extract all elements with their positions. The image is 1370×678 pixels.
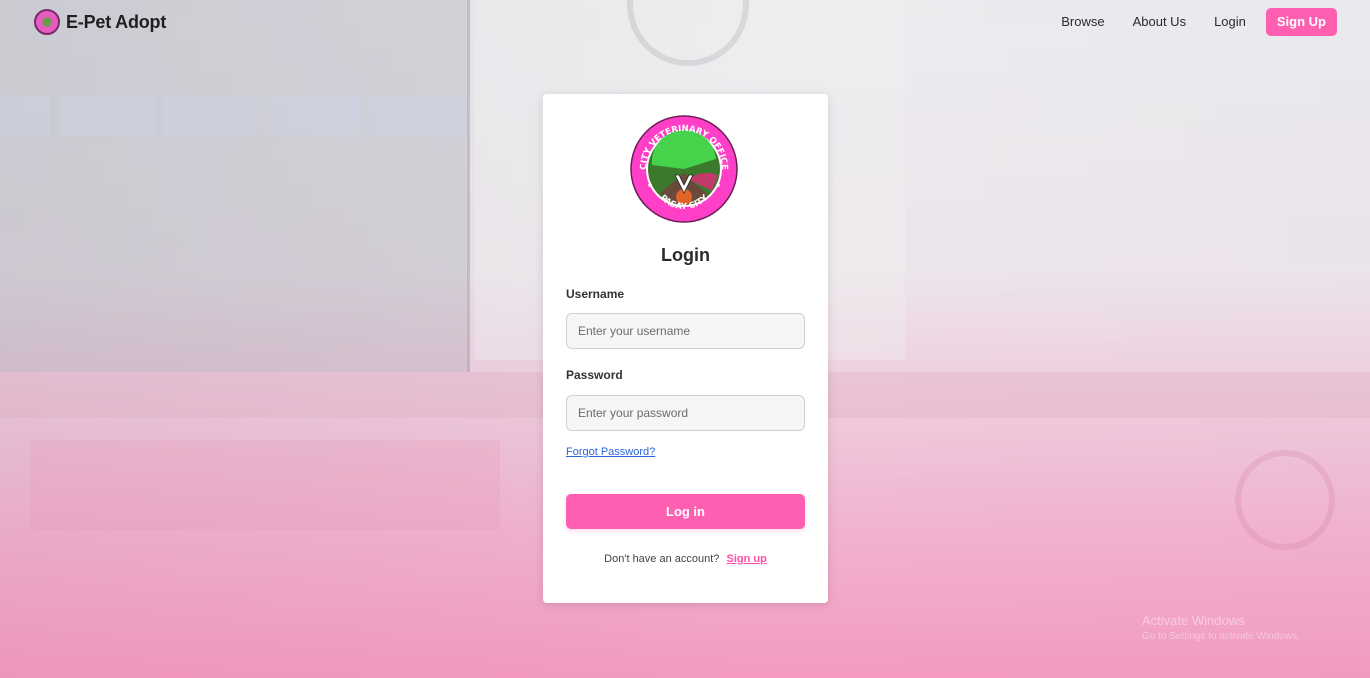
background-building-left (0, 0, 470, 372)
background-window (60, 96, 155, 136)
background-window (0, 96, 50, 136)
background-window (370, 96, 465, 136)
username-label: Username (566, 287, 625, 301)
signup-button[interactable]: Sign Up (1265, 8, 1337, 36)
no-account-text: Don't have an account? (604, 553, 720, 565)
password-input[interactable] (566, 395, 805, 431)
nav-about-link[interactable]: About Us (1133, 8, 1186, 36)
brand[interactable]: E-Pet Adopt (34, 9, 166, 35)
city-veterinary-seal-icon: CITY VETERINARY OFFICE PASAY CITY (630, 115, 738, 223)
background-ring (1235, 450, 1335, 550)
activation-watermark-subtitle: Go to Settings to activate Windows. (1142, 631, 1300, 642)
background-building-lower (30, 440, 500, 530)
login-card: CITY VETERINARY OFFICE PASAY CITY Login … (543, 94, 828, 603)
forgot-password-link[interactable]: Forgot Password? (566, 446, 655, 458)
pet-logo-icon (34, 9, 60, 35)
signup-prompt: Don't have an account? Sign up (543, 553, 828, 565)
signup-link[interactable]: Sign up (726, 553, 766, 565)
username-input[interactable] (566, 313, 805, 349)
navbar: E-Pet Adopt Browse About Us Login Sign U… (0, 0, 1370, 44)
activation-watermark-title: Activate Windows (1142, 613, 1245, 628)
background-window (163, 96, 258, 136)
login-button[interactable]: Log in (566, 494, 805, 529)
password-label: Password (566, 368, 623, 382)
login-title: Login (661, 245, 710, 265)
nav-browse-link[interactable]: Browse (1061, 8, 1104, 36)
brand-name: E-Pet Adopt (66, 11, 167, 32)
nav-login-link[interactable]: Login (1214, 8, 1246, 36)
background-window (266, 96, 361, 136)
nav-links: Browse About Us Login Sign Up (1061, 8, 1337, 36)
